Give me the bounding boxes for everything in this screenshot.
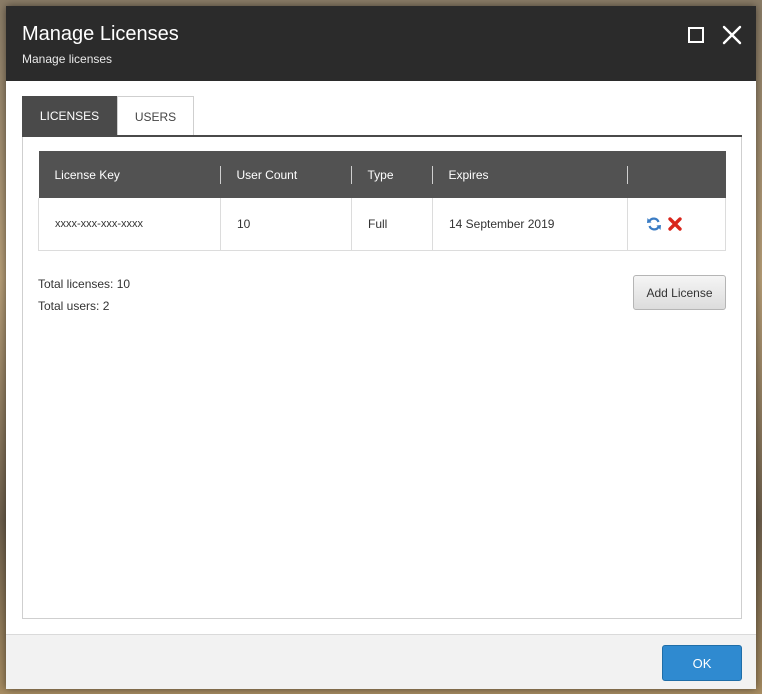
- delete-icon[interactable]: [667, 216, 683, 232]
- dialog-subtitle: Manage licenses: [22, 52, 113, 66]
- column-header-license-key[interactable]: License Key: [38, 151, 221, 198]
- licenses-table: License Key User Count Type Expires xxxx…: [38, 151, 726, 251]
- ok-button[interactable]: OK: [662, 645, 742, 681]
- cell-expires: 14 September 2019: [432, 198, 628, 251]
- column-header-expires[interactable]: Expires: [432, 151, 628, 198]
- manage-licenses-dialog: Manage Licenses Manage licenses LICENSES…: [6, 6, 756, 689]
- cell-license-key: xxxx-xxx-xxx-xxxx: [38, 198, 221, 251]
- close-icon[interactable]: [721, 24, 743, 46]
- tab-users[interactable]: USERS: [117, 96, 194, 137]
- total-users-text: Total users: 2: [38, 299, 110, 313]
- tab-licenses[interactable]: LICENSES: [22, 96, 117, 137]
- column-header-actions: [627, 151, 726, 198]
- add-license-button[interactable]: Add License: [633, 275, 726, 310]
- column-header-type[interactable]: Type: [351, 151, 433, 198]
- total-licenses-text: Total licenses: 10: [38, 277, 131, 291]
- dialog-footer: OK: [6, 634, 756, 689]
- table-row: xxxx-xxx-xxx-xxxx 10 Full 14 September 2…: [38, 198, 726, 251]
- dialog-title: Manage Licenses: [22, 23, 179, 45]
- refresh-icon[interactable]: [646, 216, 662, 232]
- totals-summary: Total licenses: 10 Total users: 2: [38, 273, 130, 317]
- cell-type: Full: [351, 198, 433, 251]
- cell-actions: [627, 198, 726, 251]
- cell-user-count: 10: [220, 198, 352, 251]
- column-header-user-count[interactable]: User Count: [220, 151, 352, 198]
- table-header-row: License Key User Count Type Expires: [38, 151, 726, 198]
- maximize-icon[interactable]: [685, 24, 707, 46]
- tab-bar: LICENSES USERS: [22, 96, 742, 137]
- dialog-titlebar: Manage Licenses Manage licenses: [6, 6, 756, 81]
- licenses-panel: License Key User Count Type Expires xxxx…: [22, 137, 742, 619]
